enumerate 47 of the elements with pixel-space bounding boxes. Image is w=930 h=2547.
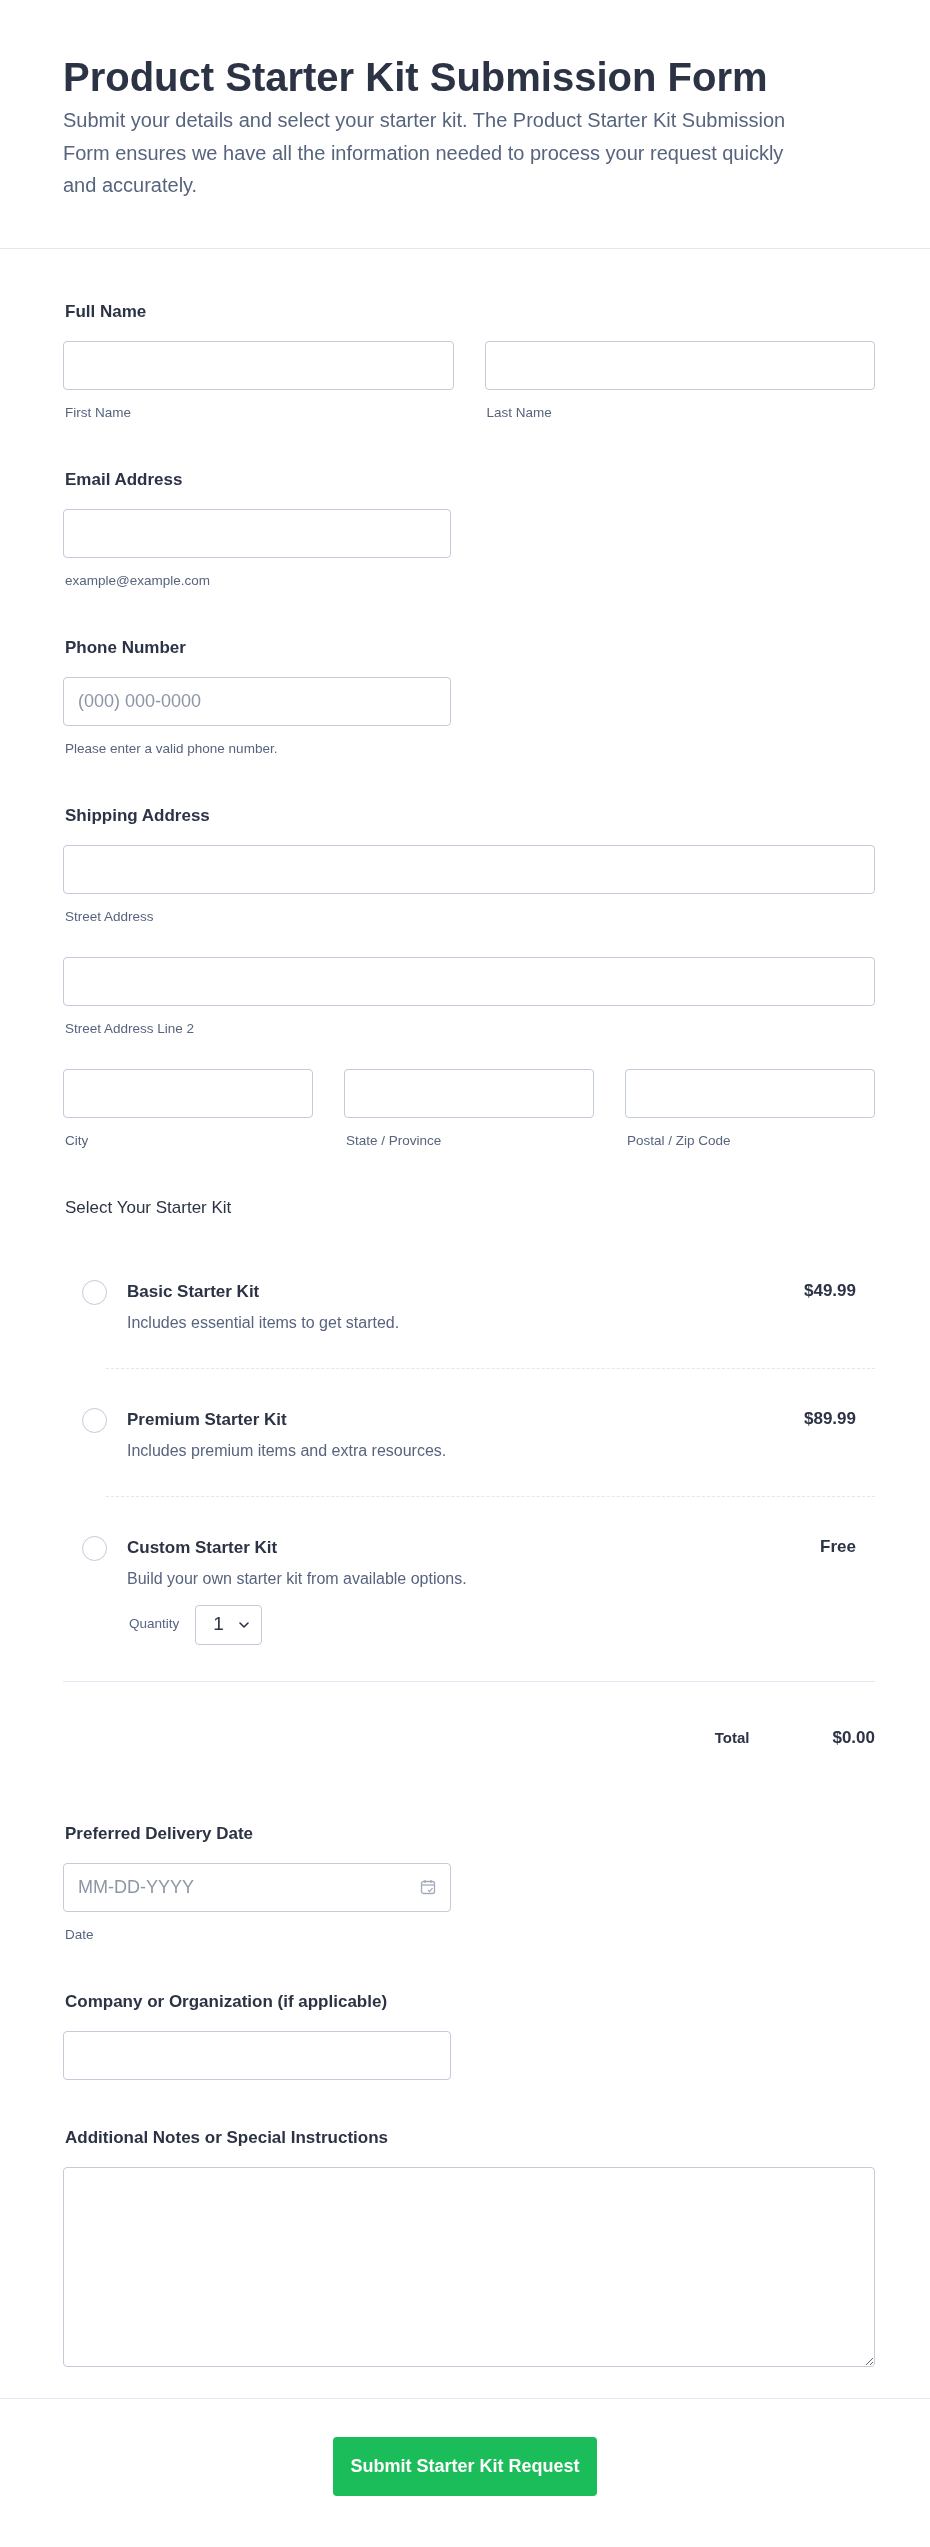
input-field[interactable] xyxy=(344,1068,594,1118)
input-field[interactable]: (000) 000-0000 xyxy=(63,676,451,726)
field-label: Phone Number xyxy=(65,636,187,659)
date-field[interactable]: MM-DD-YYYY xyxy=(63,1862,451,1912)
form-description: Submit your details and select your starter kit. The Product Starter Kit Submission Form ensures we have all the information needed to process your request quickly and accurately. xyxy=(63,108,787,198)
product-description: Build your own starter kit from available options. xyxy=(127,1568,468,1589)
field-caption: Street Address xyxy=(65,907,155,926)
field-caption: Street Address Line 2 xyxy=(65,1019,196,1038)
field-caption: First Name xyxy=(65,403,132,422)
input-field[interactable] xyxy=(63,844,875,894)
product-price: $89.99 xyxy=(804,1407,856,1430)
field-caption: City xyxy=(65,1131,90,1150)
input-field[interactable] xyxy=(625,1068,875,1118)
field-caption: State / Province xyxy=(346,1131,443,1150)
notes-textarea[interactable] xyxy=(63,2166,875,2367)
quantity-label: Quantity xyxy=(129,1615,180,1634)
field-caption: Postal / Zip Code xyxy=(627,1131,732,1150)
input-field[interactable] xyxy=(63,2030,451,2080)
field-label: Additional Notes or Special Instructions xyxy=(65,2126,390,2149)
field-caption: Please enter a valid phone number. xyxy=(65,739,279,758)
field-label: Preferred Delivery Date xyxy=(65,1822,255,1845)
input-field[interactable] xyxy=(63,1068,313,1118)
product-name: Custom Starter Kit xyxy=(127,1536,279,1559)
total-label: Total xyxy=(714,1727,750,1748)
field-label: Company or Organization (if applicable) xyxy=(65,1990,389,2013)
quantity-select[interactable]: 1 xyxy=(195,1604,263,1645)
product-name: Premium Starter Kit xyxy=(127,1408,288,1431)
field-label: Shipping Address xyxy=(65,804,211,827)
product-name: Basic Starter Kit xyxy=(127,1280,261,1303)
input-field[interactable] xyxy=(63,508,451,558)
input-field[interactable] xyxy=(63,340,454,390)
product-price: $49.99 xyxy=(804,1279,856,1302)
input-field[interactable] xyxy=(63,956,875,1006)
field-caption: Date xyxy=(65,1925,95,1944)
field-label: Select Your Starter Kit xyxy=(65,1196,233,1219)
input-field[interactable] xyxy=(484,340,875,390)
field-caption: example@example.com xyxy=(65,571,211,590)
product-price: Free xyxy=(820,1535,856,1558)
field-label: Full Name xyxy=(65,300,148,323)
total-amount: $0.00 xyxy=(832,1726,875,1749)
product-description: Includes essential items to get started. xyxy=(127,1312,401,1333)
field-caption: Last Name xyxy=(486,403,553,422)
calendar-icon[interactable] xyxy=(420,1878,436,1895)
field-label: Email Address xyxy=(65,468,184,491)
chevron-down-icon xyxy=(239,1621,250,1628)
form-title: Product Starter Kit Submission Form xyxy=(63,54,769,101)
product-description: Includes premium items and extra resources. xyxy=(127,1440,448,1461)
